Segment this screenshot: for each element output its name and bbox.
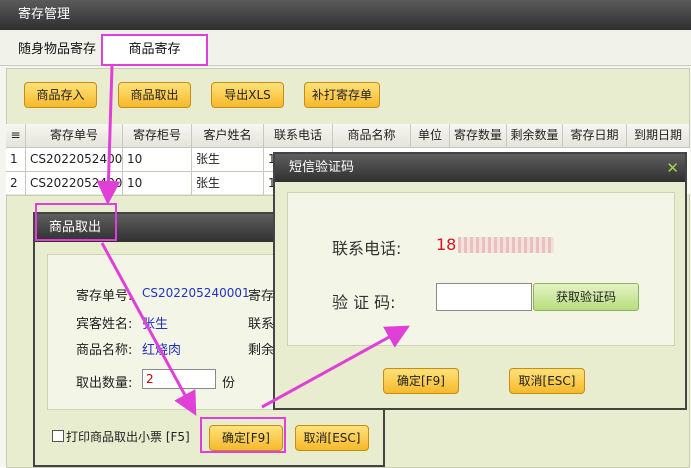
table-header: ≡ 寄存单号 寄存柜号 客户姓名 联系电话 商品名称 单位 寄存数量 剩余数量 … [6, 124, 690, 148]
qty-unit: 份 [222, 376, 236, 391]
sms-dialog-title: 短信验证码 [275, 154, 685, 182]
sms-confirm-button[interactable]: 确定[F9] [383, 368, 459, 394]
col-store-date[interactable]: 寄存日期 [563, 124, 627, 148]
row-menu-icon[interactable]: ≡ [6, 124, 26, 148]
order-no-label: 寄存单号: [76, 289, 133, 304]
col-product[interactable]: 商品名称 [333, 124, 411, 148]
takeout-qty-label: 取出数量: [76, 376, 133, 391]
product-name-label: 商品名称: [76, 343, 133, 358]
tab-goods-storage[interactable]: 商品寄存 [101, 34, 208, 66]
col-remaining-qty[interactable]: 剩余数量 [507, 124, 563, 148]
takeout-cancel-button[interactable]: 取消[ESC] [295, 425, 369, 451]
reprint-slip-button[interactable]: 补打寄存单 [304, 82, 380, 108]
contact-label: 联系 [248, 317, 275, 332]
masked-phone [458, 237, 554, 253]
get-code-button[interactable]: 获取验证码 [533, 283, 639, 311]
guest-name-value: 张生 [142, 317, 169, 332]
print-slip-checkbox[interactable] [52, 430, 64, 442]
col-order-no[interactable]: 寄存单号 [26, 124, 123, 148]
toolbar: 商品存入 商品取出 导出XLS 补打寄存单 [7, 69, 689, 121]
print-slip-label: 打印商品取出小票 [F5] [66, 430, 190, 444]
sms-cancel-button[interactable]: 取消[ESC] [509, 368, 585, 394]
product-name-value: 红烧肉 [142, 343, 182, 358]
takeout-qty-input[interactable]: 2 [142, 369, 216, 389]
col-phone[interactable]: 联系电话 [264, 124, 333, 148]
close-icon[interactable]: ✕ [666, 159, 679, 177]
col-customer[interactable]: 客户姓名 [192, 124, 264, 148]
tab-personal-items[interactable]: 随身物品寄存 [8, 38, 106, 64]
sms-phone-value: 18 [436, 235, 457, 254]
locker-label: 寄存 [248, 289, 275, 304]
export-xls-button[interactable]: 导出XLS [211, 82, 284, 108]
sms-form: 联系电话: 18 验 证 码: 获取验证码 [287, 192, 675, 346]
sms-phone-label: 联系电话: [332, 239, 402, 258]
take-out-button[interactable]: 商品取出 [118, 82, 191, 108]
remaining-label: 剩余 [248, 343, 275, 358]
col-due-date[interactable]: 到期日期 [627, 124, 690, 148]
window-title: 寄存管理 [0, 0, 691, 30]
sms-code-input[interactable] [436, 283, 532, 311]
store-in-button[interactable]: 商品存入 [24, 82, 97, 108]
col-unit[interactable]: 单位 [411, 124, 450, 148]
col-locker[interactable]: 寄存柜号 [123, 124, 192, 148]
sms-verify-dialog: 短信验证码 ✕ 联系电话: 18 验 证 码: 获取验证码 确定[F9] 取消[… [273, 152, 687, 410]
order-no-value: CS202205240001 [142, 286, 250, 300]
tab-bar: 随身物品寄存 商品寄存 [0, 30, 691, 66]
col-stored-qty[interactable]: 寄存数量 [450, 124, 507, 148]
takeout-confirm-button[interactable]: 确定[F9] [209, 425, 283, 451]
sms-code-label: 验 证 码: [332, 293, 396, 312]
guest-name-label: 宾客姓名: [76, 317, 133, 332]
